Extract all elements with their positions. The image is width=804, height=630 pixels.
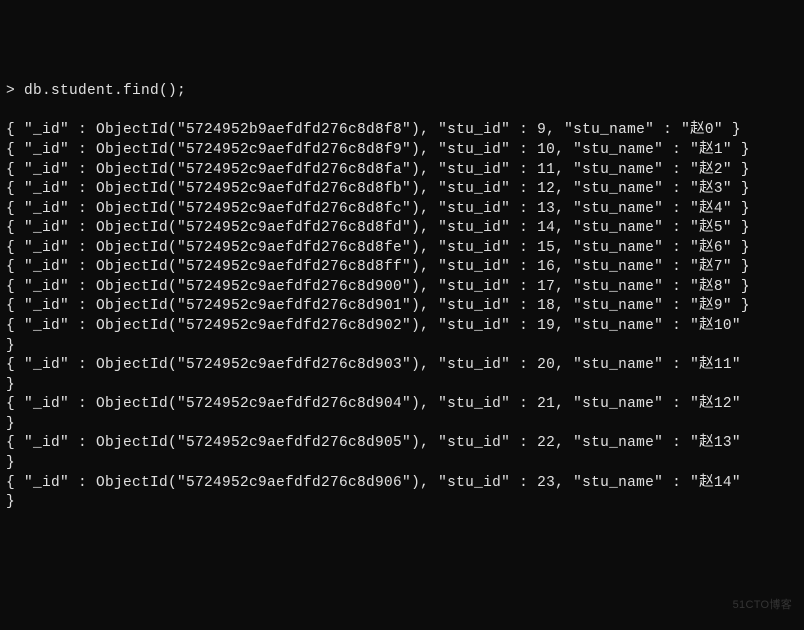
result-line: { "_id" : ObjectId("5724952c9aefdfd276c8…	[6, 317, 798, 337]
result-line: { "_id" : ObjectId("5724952c9aefdfd276c8…	[6, 434, 798, 454]
mongo-prompt[interactable]: > db.student.find();	[6, 82, 798, 102]
result-line: }	[6, 493, 798, 513]
result-line: { "_id" : ObjectId("5724952c9aefdfd276c8…	[6, 180, 798, 200]
watermark-text: 51CTO博客	[733, 598, 792, 613]
result-line: { "_id" : ObjectId("5724952c9aefdfd276c8…	[6, 474, 798, 494]
result-line: }	[6, 454, 798, 474]
result-line: { "_id" : ObjectId("5724952c9aefdfd276c8…	[6, 278, 798, 298]
result-line: { "_id" : ObjectId("5724952c9aefdfd276c8…	[6, 395, 798, 415]
result-line: { "_id" : ObjectId("5724952c9aefdfd276c8…	[6, 141, 798, 161]
query-output: { "_id" : ObjectId("5724952b9aefdfd276c8…	[6, 121, 798, 512]
result-line: { "_id" : ObjectId("5724952c9aefdfd276c8…	[6, 297, 798, 317]
result-line: { "_id" : ObjectId("5724952c9aefdfd276c8…	[6, 161, 798, 181]
result-line: { "_id" : ObjectId("5724952c9aefdfd276c8…	[6, 258, 798, 278]
result-line: }	[6, 376, 798, 396]
result-line: { "_id" : ObjectId("5724952c9aefdfd276c8…	[6, 200, 798, 220]
result-line: { "_id" : ObjectId("5724952c9aefdfd276c8…	[6, 356, 798, 376]
result-line: { "_id" : ObjectId("5724952c9aefdfd276c8…	[6, 239, 798, 259]
result-line: { "_id" : ObjectId("5724952c9aefdfd276c8…	[6, 219, 798, 239]
result-line: { "_id" : ObjectId("5724952b9aefdfd276c8…	[6, 121, 798, 141]
result-line: }	[6, 337, 798, 357]
result-line: }	[6, 415, 798, 435]
